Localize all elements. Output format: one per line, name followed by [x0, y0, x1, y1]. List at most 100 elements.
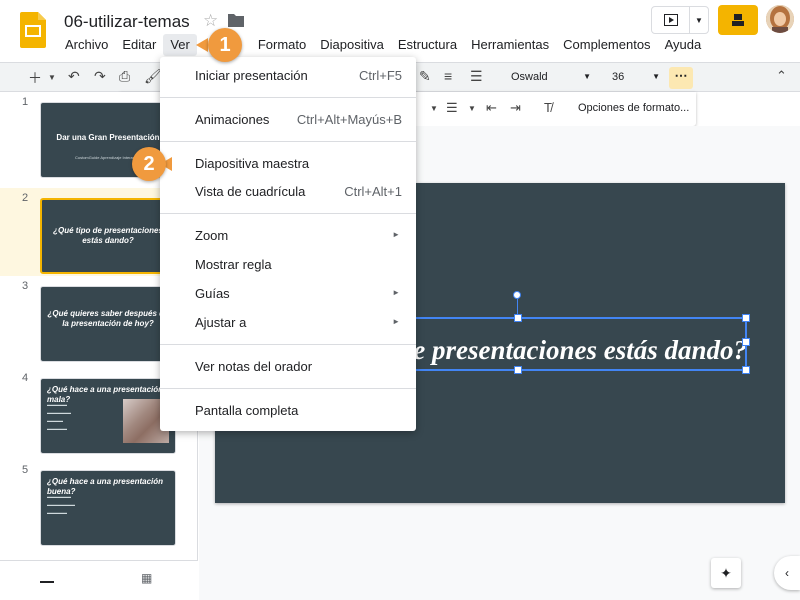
present-dropdown-icon[interactable]: ▼: [690, 7, 708, 33]
slide-thumbnail-5[interactable]: 5 ¿Qué hace a una presentación buena? ▬▬…: [0, 460, 198, 548]
font-size-select[interactable]: 36 ▼: [612, 69, 662, 87]
slide-thumb[interactable]: ¿Qué hace a una presentación mala? ▬▬▬▬▬…: [40, 378, 176, 454]
font-select-value: Oswald: [511, 71, 548, 83]
slide-thumb[interactable]: ¿Qué quieres saber después de la present…: [40, 286, 176, 362]
increase-indent-icon[interactable]: ⇥: [510, 100, 521, 116]
menu-bar: Archivo Editar Ver Formato Diapositiva E…: [58, 34, 708, 56]
menu-item-label: Pantalla completa: [195, 403, 299, 418]
slide-number: 3: [22, 280, 29, 292]
menu-divider: [160, 141, 416, 142]
new-slide-dropdown-icon[interactable]: ▼: [48, 73, 56, 82]
menu-ayuda[interactable]: Ayuda: [658, 34, 709, 56]
menu-herramientas[interactable]: Herramientas: [464, 34, 556, 56]
menu-ajustar-a[interactable]: Ajustar a ►: [160, 308, 416, 336]
filmstrip-view-icon[interactable]: [40, 573, 54, 583]
submenu-arrow-icon: ►: [392, 230, 400, 239]
thumb-title: Dar una Gran Presentación: [56, 133, 160, 142]
list-dropdown-icon[interactable]: ▼: [468, 104, 476, 113]
slide-number: 5: [22, 464, 29, 476]
share-icon: [732, 14, 744, 26]
selection-box[interactable]: [398, 314, 750, 374]
font-size-value: 36: [612, 71, 625, 83]
explore-icon[interactable]: ✦: [711, 558, 741, 588]
redo-icon[interactable]: ↷: [94, 68, 106, 85]
slides-logo-icon[interactable]: [20, 12, 46, 48]
new-slide-icon[interactable]: ＋: [28, 68, 42, 88]
pen-icon[interactable]: ✎: [419, 68, 431, 85]
collapse-toolbar-icon[interactable]: ⌃: [776, 68, 787, 84]
menu-vista-cuadricula[interactable]: Vista de cuadrícula Ctrl+Alt+1: [160, 177, 416, 205]
menu-divider: [160, 344, 416, 345]
line-weight-icon[interactable]: ≡: [444, 68, 452, 84]
menu-editar[interactable]: Editar: [115, 34, 163, 56]
slide-thumb[interactable]: ¿Qué hace a una presentación buena? ▬▬▬▬…: [40, 470, 176, 546]
print-icon[interactable]: ⎙: [119, 68, 130, 85]
menu-item-label: Zoom: [195, 228, 229, 243]
menu-divider: [160, 213, 416, 214]
line-dash-icon[interactable]: ☰: [470, 68, 483, 85]
menu-pantalla-completa[interactable]: Pantalla completa: [160, 396, 416, 424]
folder-icon[interactable]: [228, 13, 244, 27]
step-callout-2: 2: [132, 147, 166, 181]
slide-number: 1: [22, 96, 29, 108]
star-icon[interactable]: ☆: [203, 11, 218, 31]
menu-archivo[interactable]: Archivo: [58, 34, 115, 56]
menu-item-label: Diapositiva maestra: [195, 156, 310, 171]
user-avatar[interactable]: [766, 5, 794, 33]
menu-iniciar-presentacion[interactable]: Iniciar presentación Ctrl+F5: [160, 61, 416, 89]
format-options-button[interactable]: Opciones de formato...: [578, 102, 689, 114]
slide-number: 2: [22, 192, 29, 204]
resize-handle[interactable]: [742, 314, 750, 322]
menu-item-label: Mostrar regla: [195, 257, 272, 272]
menu-mostrar-regla[interactable]: Mostrar regla: [160, 250, 416, 278]
chevron-down-icon: ▼: [583, 72, 591, 81]
font-select[interactable]: Oswald ▼: [505, 69, 593, 87]
present-icon[interactable]: [652, 7, 690, 33]
menu-item-shortcut: Ctrl+F5: [359, 68, 402, 83]
menu-item-label: Vista de cuadrícula: [195, 184, 306, 199]
share-button[interactable]: [718, 5, 758, 35]
menu-guias[interactable]: Guías ►: [160, 279, 416, 307]
align-dropdown-icon[interactable]: ▼: [430, 104, 438, 113]
view-toggle-bar: ▦: [0, 560, 198, 600]
menu-estructura[interactable]: Estructura: [391, 34, 464, 56]
rotation-handle[interactable]: [513, 291, 521, 299]
view-menu-dropdown: Iniciar presentación Ctrl+F5 Animaciones…: [160, 57, 416, 431]
bulleted-list-icon[interactable]: ☰: [446, 100, 458, 116]
submenu-arrow-icon: ►: [392, 317, 400, 326]
more-options-icon[interactable]: ⋯: [669, 67, 693, 89]
thumb-title: ¿Qué quieres saber después de la present…: [47, 309, 169, 328]
submenu-arrow-icon: ►: [392, 288, 400, 297]
thumb-bullets: ▬▬▬▬▬▬ ▬▬▬▬▬▬▬ ▬▬▬▬▬: [47, 494, 75, 515]
chevron-down-icon: ▼: [652, 72, 660, 81]
menu-animaciones[interactable]: Animaciones Ctrl+Alt+Mayús+B: [160, 105, 416, 133]
menu-complementos[interactable]: Complementos: [556, 34, 657, 56]
grid-view-icon[interactable]: ▦: [141, 571, 152, 585]
thumb-bullets: ▬▬▬▬▬ ▬▬▬▬▬▬ ▬▬▬▬ ▬▬▬▬▬: [47, 402, 71, 431]
callout-pointer: [196, 38, 208, 52]
side-panel-toggle-icon[interactable]: ‹: [774, 556, 800, 590]
undo-icon[interactable]: ↶: [68, 68, 80, 85]
menu-diapositiva-maestra[interactable]: Diapositiva maestra: [160, 149, 416, 177]
resize-handle[interactable]: [742, 338, 750, 346]
resize-handle[interactable]: [514, 314, 522, 322]
menu-divider: [160, 97, 416, 98]
menu-zoom[interactable]: Zoom ►: [160, 221, 416, 249]
present-button[interactable]: ▼: [651, 6, 709, 34]
thumb-title: ¿Qué tipo de presentaciones estás dando?: [53, 226, 163, 245]
decrease-indent-icon[interactable]: ⇤: [486, 100, 497, 116]
menu-ver-notas[interactable]: Ver notas del orador: [160, 352, 416, 380]
menu-item-shortcut: Ctrl+Alt+1: [344, 184, 402, 199]
menu-item-label: Guías: [195, 286, 230, 301]
menu-ver[interactable]: Ver: [163, 34, 197, 56]
resize-handle[interactable]: [514, 366, 522, 374]
menu-item-label: Animaciones: [195, 112, 270, 127]
step-callout-1: 1: [208, 28, 242, 62]
menu-diapositiva[interactable]: Diapositiva: [313, 34, 391, 56]
resize-handle[interactable]: [742, 366, 750, 374]
document-title[interactable]: 06-utilizar-temas: [64, 12, 190, 32]
slide-thumb[interactable]: ¿Qué tipo de presentaciones estás dando?: [40, 198, 176, 274]
slide-number: 4: [22, 372, 29, 384]
menu-formato[interactable]: Formato: [251, 34, 313, 56]
clear-formatting-icon[interactable]: T̸: [544, 100, 552, 115]
